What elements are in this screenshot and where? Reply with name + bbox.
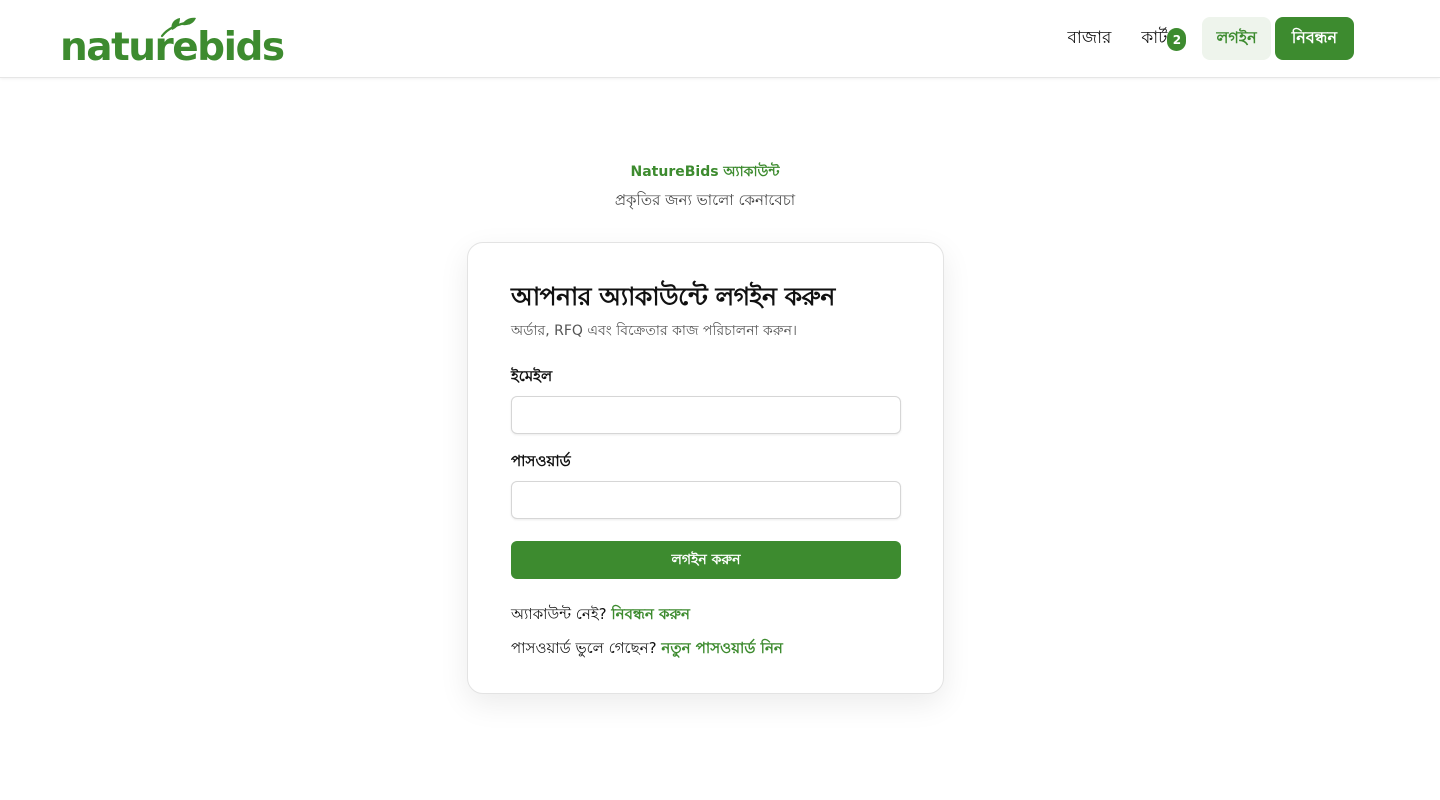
no-account-line: অ্যাকাউন্ট নেই? নিবন্ধন করুন — [511, 603, 690, 628]
site-header: naturebids বাজার কার্ট 2 লগইন নিবন্ধন — [0, 0, 1440, 78]
login-title: আপনার অ্যাকাউন্টে লগইন করুন — [511, 282, 835, 311]
login-subtitle: অর্ডার, RFQ এবং বিক্রেতার কাজ পরিচালনা ক… — [511, 323, 797, 339]
logo-wordmark: naturebids — [60, 25, 285, 70]
main-nav: বাজার কার্ট 2 লগইন নিবন্ধন — [1067, 17, 1354, 60]
cart-link[interactable]: কার্ট 2 — [1141, 25, 1187, 53]
naturebids-logo[interactable]: naturebids — [60, 14, 285, 67]
login-card: আপনার অ্যাকাউন্টে লগইন করুন অর্ডার, RFQ … — [467, 242, 944, 694]
login-button[interactable]: লগইন — [1202, 17, 1271, 60]
password-field[interactable] — [511, 481, 901, 519]
account-eyebrow: NatureBids অ্যাকাউন্ট — [630, 164, 780, 180]
tagline: প্রকৃতির জন্য ভালো কেনাবেচা — [614, 191, 796, 209]
forgot-password-line: পাসওয়ার্ড ভুলে গেছেন? নতুন পাসওয়ার্ড ন… — [511, 637, 783, 662]
cart-count-badge: 2 — [1167, 28, 1187, 51]
reset-password-link[interactable]: নতুন পাসওয়ার্ড নিন — [661, 639, 783, 657]
cart-label: কার্ট — [1141, 27, 1168, 48]
register-link[interactable]: নিবন্ধন করুন — [611, 605, 690, 623]
nav-market-link[interactable]: বাজার — [1067, 25, 1111, 53]
email-label: ইমেইল — [511, 367, 553, 385]
login-submit-button[interactable]: লগইন করুন — [511, 541, 901, 579]
forgot-password-text: পাসওয়ার্ড ভুলে গেছেন? — [511, 639, 657, 657]
email-field[interactable] — [511, 396, 901, 434]
password-label: পাসওয়ার্ড — [511, 452, 571, 470]
no-account-text: অ্যাকাউন্ট নেই? — [511, 605, 607, 623]
register-button[interactable]: নিবন্ধন — [1274, 17, 1354, 60]
